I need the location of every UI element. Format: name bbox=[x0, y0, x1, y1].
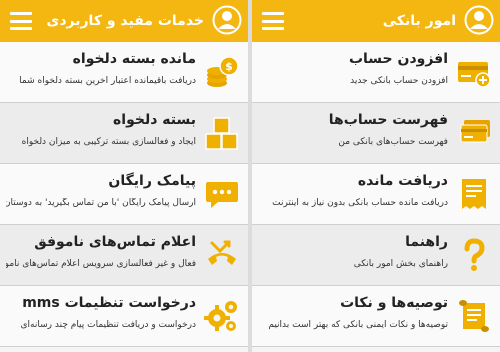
list-item-get-balance[interactable]: دریافت مانده دریافت مانده حساب بانکی بدو… bbox=[252, 164, 500, 225]
list-item-accounts-list[interactable]: فهرست حساب‌ها فهرست حساب‌های بانکی من bbox=[252, 103, 500, 164]
item-subtitle: ارسال پیامک رایگان 'با من تماس بگیرید' ب… bbox=[6, 198, 196, 208]
list-item-tips[interactable]: توصیه‌ها و نکات توصیه‌ها و نکات ایمنی با… bbox=[252, 286, 500, 347]
menu-icon[interactable] bbox=[10, 12, 32, 30]
item-title: پیامک رایگان bbox=[108, 173, 196, 189]
list-item-free-sms[interactable]: پیامک رایگان ارسال پیامک رایگان 'با من ت… bbox=[0, 164, 248, 225]
item-subtitle: دریافت مانده حساب بانکی بدون نیاز به این… bbox=[272, 198, 448, 208]
boxes-icon bbox=[205, 117, 238, 150]
coins-icon: $ bbox=[207, 56, 239, 87]
list-item-help[interactable]: راهنما راهنمای بخش امور بانکی bbox=[252, 225, 500, 286]
user-avatar-icon[interactable] bbox=[212, 5, 242, 35]
screen-title: امور بانکی bbox=[382, 13, 456, 29]
item-title: افزودن حساب bbox=[348, 51, 448, 67]
sms-bubble-icon bbox=[206, 182, 238, 208]
item-title: اعلام تماس‌های ناموفق bbox=[34, 234, 196, 250]
banking-screen: امور بانکی افزودن حساب افزودن حساب بانکی… bbox=[252, 0, 500, 352]
item-title: توصیه‌ها و نکات bbox=[340, 295, 448, 311]
list-item-mms-settings[interactable]: درخواست تنظیمات mms درخواست و دریافت تنظ… bbox=[0, 286, 248, 347]
item-subtitle: درخواست و دریافت تنظیمات پیام چند رسانه‌… bbox=[20, 320, 196, 330]
user-avatar-icon[interactable] bbox=[464, 5, 494, 35]
help-icon bbox=[464, 238, 485, 271]
app-screens: خدمات مفید و کاربردی مانده بسته دلخواه د… bbox=[0, 0, 500, 352]
item-title: بسته دلخواه bbox=[113, 112, 196, 128]
menu-icon[interactable] bbox=[262, 12, 284, 30]
item-subtitle: ایجاد و فعالسازی بسته ترکیبی به میزان دل… bbox=[21, 137, 196, 147]
item-title: دریافت مانده bbox=[357, 173, 448, 189]
balance-receipt-icon bbox=[462, 179, 486, 209]
settings-gears-icon bbox=[204, 301, 237, 331]
item-subtitle: توصیه‌ها و نکات ایمنی بانکی که بهتر است … bbox=[268, 320, 448, 330]
missed-call-icon bbox=[208, 240, 236, 265]
item-title: مانده بسته دلخواه bbox=[72, 51, 196, 67]
top-bar: امور بانکی bbox=[252, 0, 500, 42]
cards-list-icon bbox=[460, 120, 490, 143]
list-item-missed-calls[interactable]: اعلام تماس‌های ناموفق فعال و غیر فعالساز… bbox=[0, 225, 248, 286]
item-subtitle: دریافت باقیمانده اعتبار آخرین بسته دلخوا… bbox=[19, 76, 196, 86]
item-subtitle: فعال و غیر فعالسازی سرویس اعلام تماس‌های… bbox=[6, 259, 196, 269]
list-item-custom-package-balance[interactable]: مانده بسته دلخواه دریافت باقیمانده اعتبا… bbox=[0, 42, 248, 103]
screen-title: خدمات مفید و کاربردی bbox=[46, 13, 204, 29]
item-title: درخواست تنظیمات mms bbox=[22, 295, 196, 311]
item-subtitle: فهرست حساب‌های بانکی من bbox=[338, 137, 448, 147]
add-card-icon bbox=[458, 62, 491, 88]
item-subtitle: افزودن حساب بانکی جدید bbox=[350, 76, 448, 86]
svg-text:$: $ bbox=[225, 60, 233, 73]
list-item-add-account[interactable]: افزودن حساب افزودن حساب بانکی جدید bbox=[252, 42, 500, 103]
item-title: فهرست حساب‌ها bbox=[328, 112, 448, 128]
top-bar: خدمات مفید و کاربردی bbox=[0, 0, 248, 42]
tips-scroll-icon bbox=[459, 300, 489, 332]
list-item-custom-package[interactable]: بسته دلخواه ایجاد و فعالسازی بسته ترکیبی… bbox=[0, 103, 248, 164]
item-title: راهنما bbox=[405, 234, 448, 250]
services-screen: خدمات مفید و کاربردی مانده بسته دلخواه د… bbox=[0, 0, 248, 352]
item-subtitle: راهنمای بخش امور بانکی bbox=[353, 259, 448, 269]
